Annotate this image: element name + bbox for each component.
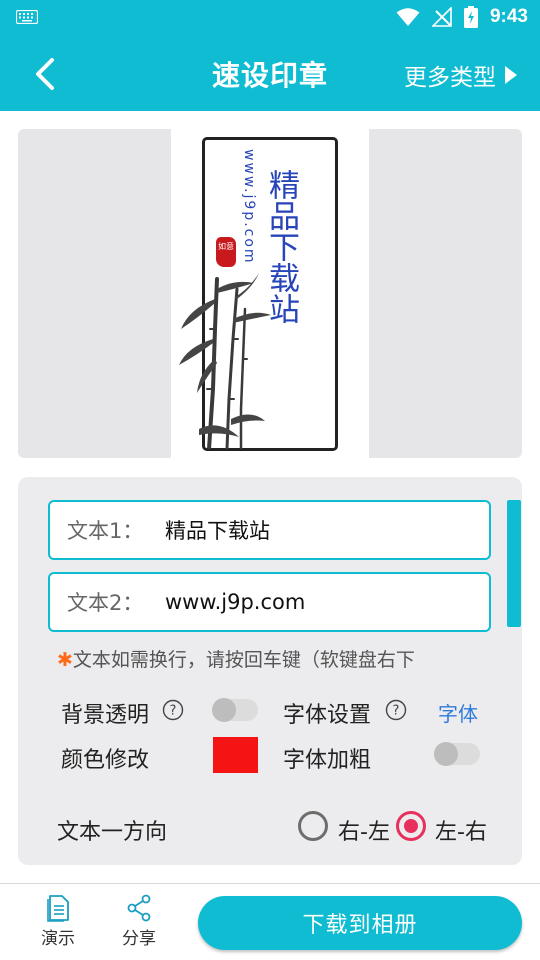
radio-left-right-label: 左-右 bbox=[435, 820, 487, 845]
status-bar: 9:43 bbox=[0, 0, 540, 36]
radio-left-right[interactable] bbox=[396, 811, 426, 841]
stamp-text-2: www.j9p.com bbox=[241, 149, 257, 265]
text1-field[interactable]: 文本1： bbox=[48, 500, 491, 560]
share-icon bbox=[127, 894, 151, 922]
clock: 9:43 bbox=[489, 6, 528, 27]
direction-label: 文本一方向 bbox=[57, 820, 168, 845]
bg-transparent-toggle[interactable] bbox=[212, 698, 258, 722]
help-icon[interactable]: ? bbox=[385, 699, 407, 721]
demo-button[interactable]: 演示 bbox=[28, 894, 88, 949]
hint-text: 文本如需换行，请按回车键（软键盘右下 bbox=[72, 649, 415, 671]
text2-input[interactable] bbox=[165, 590, 465, 614]
font-link[interactable]: 字体 bbox=[438, 698, 478, 727]
settings-panel: 文本1： 文本2： ✱文本如需换行，请按回车键（软键盘右下 背景透明 ? 字体设… bbox=[18, 477, 522, 865]
asterisk-icon: ✱ bbox=[57, 649, 73, 671]
red-seal-mark: 如意 bbox=[216, 237, 236, 267]
keyboard-icon bbox=[16, 10, 38, 24]
wifi-icon bbox=[396, 8, 420, 26]
triangle-right-icon bbox=[505, 66, 517, 84]
toggle-knob bbox=[434, 742, 458, 766]
newline-hint: ✱文本如需换行，请按回车键（软键盘右下 bbox=[57, 645, 415, 672]
bamboo-painting bbox=[179, 273, 271, 449]
stamp-canvas: www.j9p.com 精品下载站 如意 bbox=[171, 129, 369, 458]
demo-label: 演示 bbox=[41, 929, 75, 949]
svg-text:?: ? bbox=[393, 704, 400, 719]
share-label: 分享 bbox=[122, 929, 156, 949]
bold-toggle[interactable] bbox=[434, 742, 480, 766]
more-types-label: 更多类型 bbox=[404, 65, 496, 91]
text1-label: 文本1： bbox=[67, 519, 144, 543]
more-types-button[interactable]: 更多类型 bbox=[404, 58, 518, 92]
bg-transparent-label: 背景透明 bbox=[61, 703, 150, 728]
toggle-knob bbox=[212, 698, 236, 722]
text1-input[interactable] bbox=[165, 518, 465, 542]
color-label: 颜色修改 bbox=[61, 748, 150, 773]
download-to-album-button[interactable]: 下载到相册 bbox=[198, 896, 522, 950]
bottom-bar: 演示 分享 下载到相册 bbox=[0, 883, 540, 960]
help-icon[interactable]: ? bbox=[162, 699, 184, 721]
scrollbar[interactable] bbox=[507, 500, 521, 627]
no-signal-icon bbox=[431, 7, 452, 27]
text2-label: 文本2： bbox=[67, 591, 144, 615]
stamp-preview: www.j9p.com 精品下载站 如意 bbox=[18, 129, 522, 458]
document-icon bbox=[47, 895, 69, 922]
font-settings-label: 字体设置 bbox=[283, 703, 372, 728]
share-button[interactable]: 分享 bbox=[109, 894, 169, 949]
svg-text:?: ? bbox=[170, 704, 177, 719]
battery-charging-icon bbox=[463, 6, 478, 28]
radio-right-left-label: 右-左 bbox=[338, 820, 390, 845]
bold-label: 字体加粗 bbox=[283, 748, 372, 773]
color-swatch[interactable] bbox=[213, 737, 258, 773]
app-header: 速设印章 更多类型 bbox=[0, 36, 540, 111]
text2-field[interactable]: 文本2： bbox=[48, 572, 491, 632]
radio-right-left[interactable] bbox=[298, 811, 328, 841]
